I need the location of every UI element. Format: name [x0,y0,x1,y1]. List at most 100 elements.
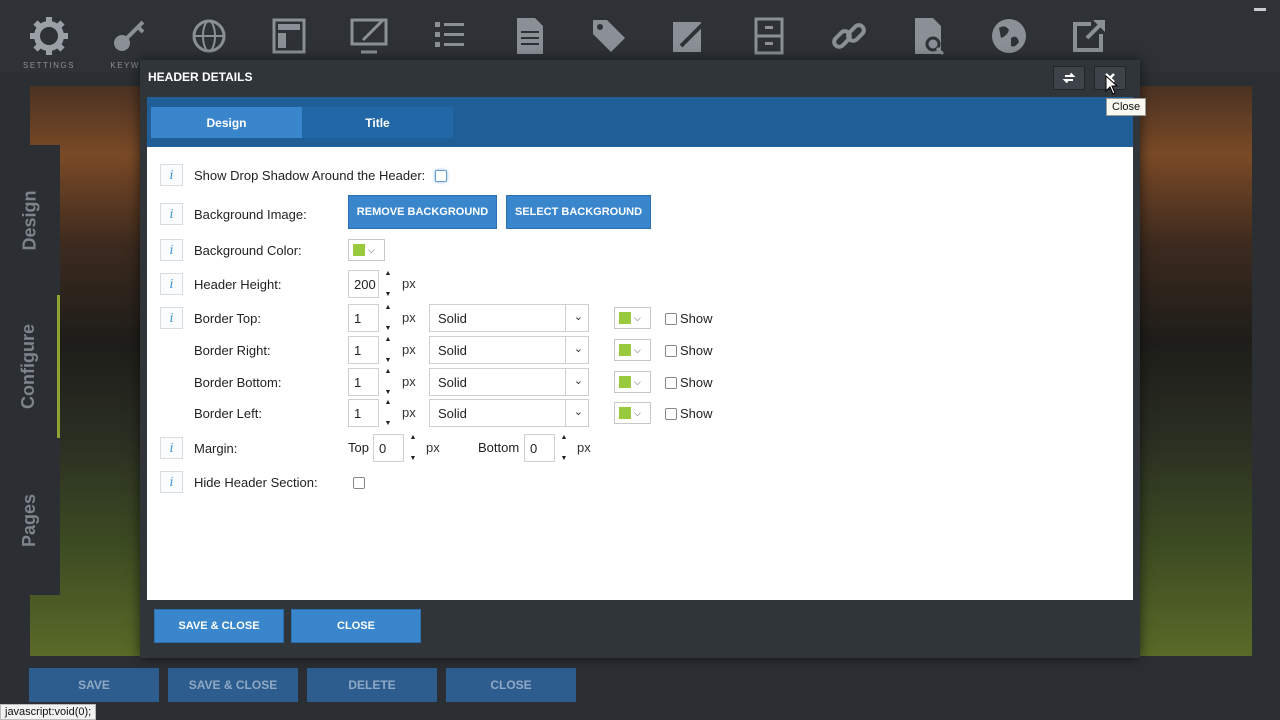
bottom-delete-button[interactable]: DELETE [307,668,437,702]
list-icon [435,22,464,47]
show-label: Show [680,406,713,421]
spin-down-icon[interactable]: ▼ [385,291,392,298]
border-left-stepper[interactable]: ▲ ▼ [383,399,393,427]
spin-up-icon[interactable]: ▲ [561,434,568,441]
info-icon[interactable]: i [160,471,183,493]
margin-bottom-label: Bottom [478,440,520,455]
bottom-close-button[interactable]: CLOSE [446,668,576,702]
chevron-down-icon: ⌵ [634,376,641,387]
border-left-label: Border Left: [194,406,262,421]
show-label: Show [680,375,713,390]
spin-down-icon[interactable]: ▼ [385,420,392,427]
rail-tab-configure[interactable]: Configure [0,295,60,438]
left-rail: Design Configure Pages [0,145,60,595]
border-right-row: Border Right: 1 ▲ ▼ px Solid ⌄ ⌵ Show [147,335,1133,365]
monitor-edit-icon [350,18,388,54]
border-top-width-input[interactable]: 1 [348,304,379,332]
rail-tab-pages[interactable]: Pages [0,445,60,595]
tab-title[interactable]: Title [302,107,453,138]
refresh-icon [1062,72,1076,84]
border-right-show-checkbox[interactable] [665,345,677,357]
border-top-color-picker[interactable]: ⌵ [614,307,651,329]
bottom-save-close-button[interactable]: SAVE & CLOSE [168,668,298,702]
chevron-down-icon: ⌄ [573,311,583,323]
info-icon[interactable]: i [160,203,183,225]
background-color-picker[interactable]: ⌵ [348,239,385,261]
link-icon [832,23,866,49]
info-icon[interactable]: i [160,164,183,186]
unit-label: px [402,374,416,389]
chevron-down-icon: ⌵ [634,344,641,355]
select-value: Solid [438,405,467,421]
border-bottom-width-input[interactable]: 1 [348,368,379,396]
drop-shadow-checkbox[interactable] [435,170,447,182]
spin-up-icon[interactable]: ▲ [385,368,392,375]
spin-down-icon[interactable]: ▼ [410,455,417,462]
search-document-icon [915,18,945,56]
border-top-show-checkbox[interactable] [665,313,677,325]
border-left-width-input[interactable]: 1 [348,399,379,427]
color-swatch [619,376,631,388]
border-bottom-style-select[interactable]: Solid ⌄ [429,368,589,396]
show-label: Show [680,343,713,358]
dialog-title: HEADER DETAILS [148,70,253,84]
border-top-stepper[interactable]: ▲ ▼ [383,304,393,332]
unit-label: px [402,310,416,325]
margin-bottom-stepper[interactable]: ▲ ▼ [559,434,569,462]
border-right-style-select[interactable]: Solid ⌄ [429,336,589,364]
remove-background-button[interactable]: REMOVE BACKGROUND [348,195,497,229]
border-right-width-input[interactable]: 1 [348,336,379,364]
info-icon[interactable]: i [160,307,183,329]
margin-bottom-input[interactable]: 0 [524,434,555,462]
margin-top-input[interactable]: 0 [373,434,404,462]
rail-tab-design[interactable]: Design [0,145,60,295]
border-left-style-select[interactable]: Solid ⌄ [429,399,589,427]
show-label: Show [680,311,713,326]
border-left-color-picker[interactable]: ⌵ [614,402,651,424]
spin-up-icon[interactable]: ▲ [385,399,392,406]
tag-icon [593,20,625,52]
border-top-style-select[interactable]: Solid ⌄ [429,304,589,332]
spin-down-icon[interactable]: ▼ [385,357,392,364]
info-icon[interactable]: i [160,273,183,295]
unit-label: px [426,440,440,455]
unit-label: px [402,405,416,420]
rail-tab-design-label: Design [19,189,40,251]
gear-icon [30,17,68,55]
background-color-row: i Background Color: ⌵ [147,235,1133,265]
hide-header-label: Hide Header Section: [194,475,318,490]
spin-down-icon[interactable]: ▼ [385,325,392,332]
tab-design[interactable]: Design [151,107,302,138]
spin-up-icon[interactable]: ▲ [410,434,417,441]
border-bottom-stepper[interactable]: ▲ ▼ [383,368,393,396]
refresh-button[interactable] [1053,66,1085,90]
info-icon[interactable]: i [160,239,183,261]
spin-up-icon[interactable]: ▲ [385,304,392,311]
border-right-stepper[interactable]: ▲ ▼ [383,336,393,364]
dialog-save-close-button[interactable]: SAVE & CLOSE [154,609,284,643]
header-height-input[interactable]: 200 [348,270,379,298]
settings-tool[interactable]: SETTINGS [21,14,77,70]
border-bottom-color-picker[interactable]: ⌵ [614,371,651,393]
info-icon[interactable]: i [160,437,183,459]
toolbar-overflow-icon[interactable] [1254,8,1266,11]
border-left-show-checkbox[interactable] [665,408,677,420]
bottom-save-button[interactable]: SAVE [29,668,159,702]
margin-top-stepper[interactable]: ▲ ▼ [408,434,418,462]
unit-label: px [577,440,591,455]
color-swatch [619,407,631,419]
border-bottom-label: Border Bottom: [194,375,282,390]
hide-header-checkbox[interactable] [353,477,365,489]
header-height-stepper[interactable]: ▲ ▼ [383,270,393,298]
spin-down-icon[interactable]: ▼ [561,455,568,462]
external-link-icon [1073,20,1105,52]
select-background-button[interactable]: SELECT BACKGROUND [506,195,651,229]
key-icon [114,20,145,51]
border-right-color-picker[interactable]: ⌵ [614,339,651,361]
select-value: Solid [438,342,467,358]
spin-up-icon[interactable]: ▲ [385,270,392,277]
spin-down-icon[interactable]: ▼ [385,389,392,396]
border-bottom-show-checkbox[interactable] [665,377,677,389]
spin-up-icon[interactable]: ▲ [385,336,392,343]
dialog-close-footer-button[interactable]: CLOSE [291,609,421,643]
